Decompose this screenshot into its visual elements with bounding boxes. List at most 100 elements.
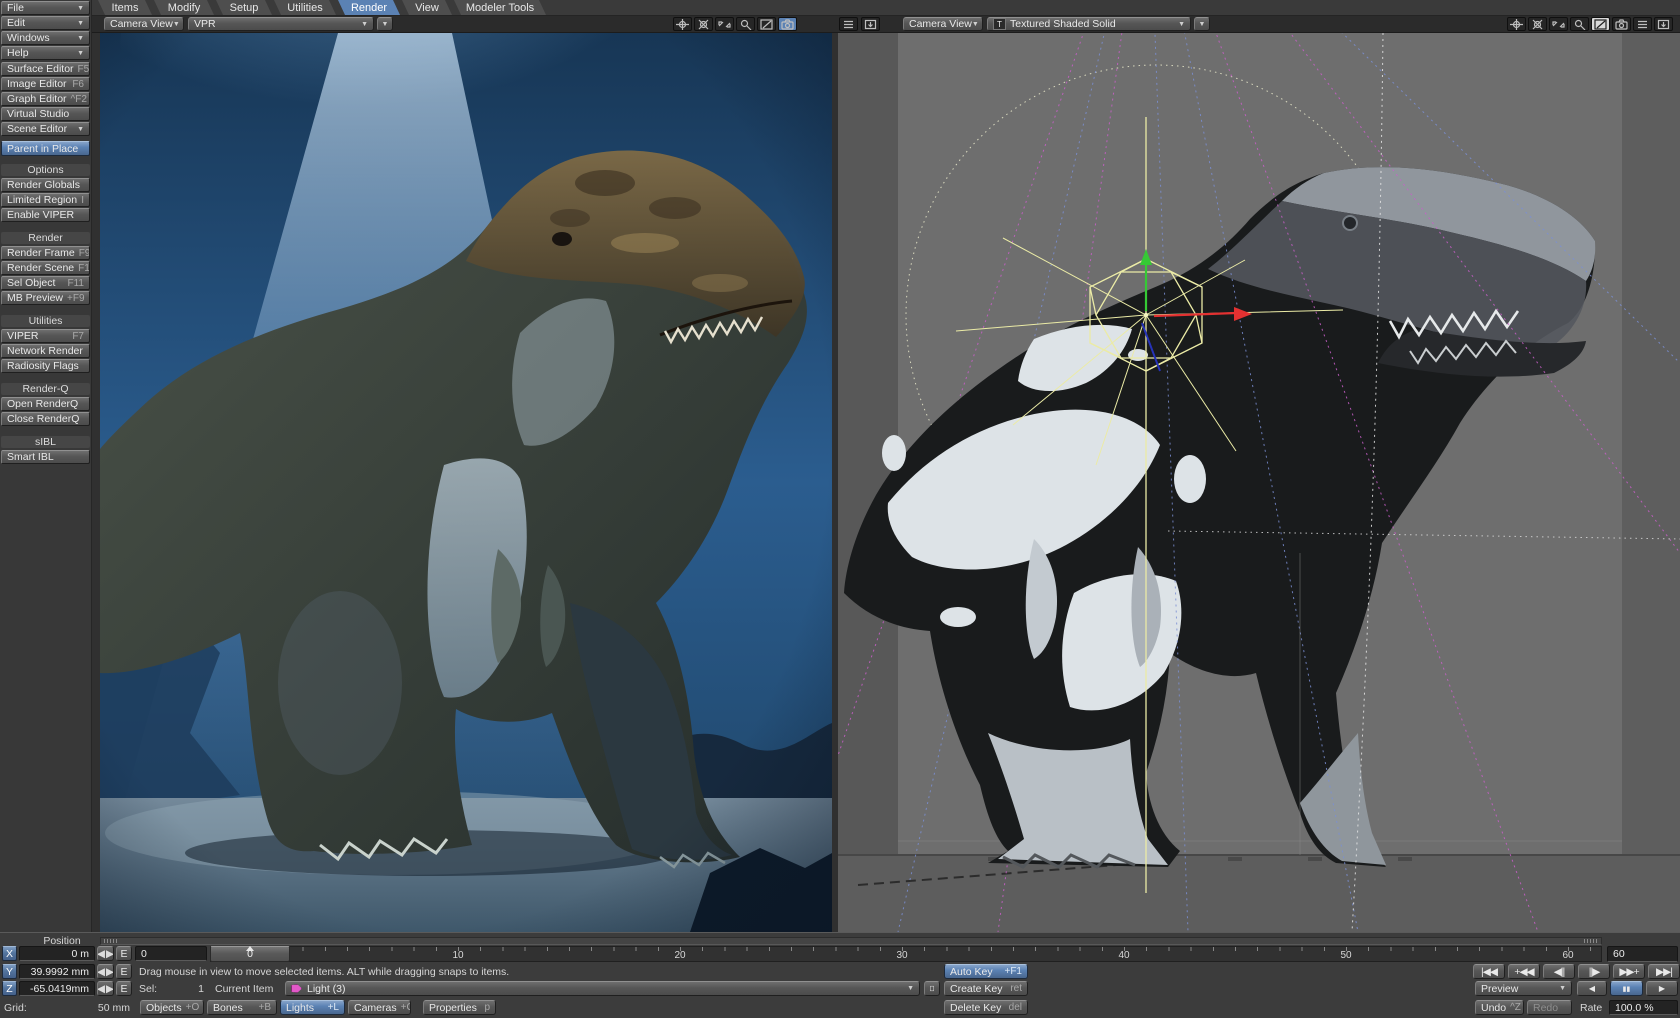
current-frame-field[interactable]: 0 xyxy=(135,946,207,961)
smart-ibl-button[interactable]: Smart IBL xyxy=(1,450,90,464)
enable-viper-button[interactable]: Enable VIPER xyxy=(1,208,90,222)
camera-icon[interactable] xyxy=(1612,17,1631,31)
play-reverse-button[interactable]: ◀ xyxy=(1577,981,1607,996)
z-position-field[interactable]: -65.0419mm xyxy=(19,981,95,996)
file-menu[interactable]: File▼ xyxy=(1,1,90,15)
render-frame-button[interactable]: Render FrameF9 xyxy=(1,246,90,260)
tab-utilities[interactable]: Utilities xyxy=(274,0,336,15)
item-tab-properties[interactable]: Propertiesp xyxy=(423,1000,496,1015)
viper-button[interactable]: VIPERF7 xyxy=(1,329,90,343)
right-viewport-options-dropdown[interactable]: ▼ xyxy=(1194,17,1210,31)
zoom-icon[interactable] xyxy=(715,17,734,31)
z-axis-button[interactable]: Z xyxy=(2,981,17,996)
open-renderq-button[interactable]: Open RenderQ xyxy=(1,397,90,411)
edit-menu[interactable]: Edit▼ xyxy=(1,16,90,30)
chevron-down-icon: ▼ xyxy=(173,21,180,28)
play-button[interactable]: ▶ xyxy=(1646,981,1678,996)
item-tab-cameras[interactable]: Cameras+C xyxy=(348,1000,411,1015)
surface-editor-button[interactable]: Surface EditorF5 xyxy=(1,62,90,76)
step-forward-button[interactable]: ||▶ xyxy=(1578,964,1610,979)
tab-view[interactable]: View xyxy=(402,0,452,15)
tab-render[interactable]: Render xyxy=(338,0,400,15)
tab-modify[interactable]: Modify xyxy=(154,0,214,15)
tab-setup[interactable]: Setup xyxy=(216,0,272,15)
x-envelope-button[interactable]: E xyxy=(116,946,132,961)
image-editor-button[interactable]: Image EditorF6 xyxy=(1,77,90,91)
y-spinner[interactable]: ◀▶ xyxy=(97,964,114,979)
redo-button[interactable]: Redo xyxy=(1527,1000,1572,1015)
minmax-icon[interactable] xyxy=(1591,17,1610,31)
scene-editor-button[interactable]: Scene Editor▼ xyxy=(1,122,90,136)
save-preview-icon[interactable] xyxy=(1654,17,1673,31)
left-view-type-dropdown[interactable]: Camera View▼ xyxy=(104,17,184,31)
render-scene-button[interactable]: Render SceneF10 xyxy=(1,261,90,275)
zoom-icon[interactable] xyxy=(1549,17,1568,31)
frame-slider[interactable]: 0 xyxy=(210,946,290,962)
chevron-down-icon: ▼ xyxy=(77,35,84,42)
pause-button[interactable]: ▮▮ xyxy=(1610,981,1643,996)
timeline-scrollbar[interactable] xyxy=(100,937,1602,945)
rotate-icon[interactable] xyxy=(1528,17,1547,31)
help-menu[interactable]: Help▼ xyxy=(1,46,90,60)
magnify-icon[interactable] xyxy=(736,17,755,31)
y-envelope-button[interactable]: E xyxy=(116,964,132,979)
next-keyframe-button[interactable]: ▶▶+ xyxy=(1613,964,1645,979)
chevron-down-icon: ▼ xyxy=(77,20,84,27)
pan-icon[interactable] xyxy=(673,17,692,31)
rotate-icon[interactable] xyxy=(694,17,713,31)
right-view-type-dropdown[interactable]: Camera View▼ xyxy=(903,17,983,31)
radiosity-flags-button[interactable]: Radiosity Flags xyxy=(1,359,90,373)
item-tab-objects[interactable]: Objects+O xyxy=(140,1000,204,1015)
z-spinner[interactable]: ◀▶ xyxy=(97,981,114,996)
windows-menu[interactable]: Windows▼ xyxy=(1,31,90,45)
create-key-button[interactable]: Create Keyret xyxy=(944,981,1028,996)
hint-text: Drag mouse in view to move selected item… xyxy=(139,964,939,979)
go-first-button[interactable]: |◀◀ xyxy=(1473,964,1505,979)
close-renderq-button[interactable]: Close RenderQ xyxy=(1,412,90,426)
left-viewport-canvas[interactable] xyxy=(100,33,832,932)
item-list-expand-button[interactable] xyxy=(924,981,940,996)
x-spinner[interactable]: ◀▶ xyxy=(97,946,114,961)
sel-object-button[interactable]: Sel ObjectF11 xyxy=(1,276,90,290)
limited-region-button[interactable]: Limited RegionI xyxy=(1,193,90,207)
left-sidebar: File▼ Edit▼ Windows▼ Help▼ Surface Edito… xyxy=(0,0,92,932)
z-envelope-button[interactable]: E xyxy=(116,981,132,996)
right-viewport-canvas[interactable] xyxy=(838,33,1680,932)
tab-items[interactable]: Items xyxy=(98,0,152,15)
minmax-icon[interactable] xyxy=(757,17,776,31)
y-axis-button[interactable]: Y xyxy=(2,964,17,979)
item-tab-lights[interactable]: Lights+L xyxy=(280,1000,345,1015)
tab-modeler-tools[interactable]: Modeler Tools xyxy=(454,0,546,15)
current-item-dropdown[interactable]: Light (3) ▼ xyxy=(285,981,920,996)
pan-icon[interactable] xyxy=(1507,17,1526,31)
item-tab-bones[interactable]: Bones+B xyxy=(207,1000,277,1015)
undo-button[interactable]: Undo^Z xyxy=(1475,1000,1524,1015)
graph-editor-button[interactable]: Graph Editor^F2 xyxy=(1,92,90,106)
left-render-mode-dropdown[interactable]: VPR▼ xyxy=(188,17,374,31)
save-preview-icon[interactable] xyxy=(861,17,880,31)
render-globals-button[interactable]: Render Globals xyxy=(1,178,90,192)
y-position-field[interactable]: 39.9992 mm xyxy=(19,964,95,979)
x-axis-button[interactable]: X xyxy=(2,946,17,961)
x-position-field[interactable]: 0 m xyxy=(19,946,95,961)
magnify-icon[interactable] xyxy=(1570,17,1589,31)
virtual-studio-button[interactable]: Virtual Studio xyxy=(1,107,90,121)
mb-preview-button[interactable]: MB Preview+F9 xyxy=(1,291,90,305)
options-section-header: Options xyxy=(1,164,90,176)
list-icon[interactable] xyxy=(1633,17,1652,31)
rate-field[interactable]: 100.0 % xyxy=(1609,1000,1678,1015)
list-icon[interactable] xyxy=(839,17,858,31)
preview-dropdown[interactable]: Preview▼ xyxy=(1475,981,1572,996)
delete-key-button[interactable]: Delete Keydel xyxy=(944,1000,1028,1015)
go-last-button[interactable]: ▶▶| xyxy=(1648,964,1680,979)
prev-keyframe-button[interactable]: +◀◀ xyxy=(1508,964,1540,979)
end-frame-field[interactable]: 60 xyxy=(1607,946,1678,962)
step-back-button[interactable]: ◀|| xyxy=(1543,964,1575,979)
parent-in-place-button[interactable]: Parent in Place xyxy=(1,141,90,156)
camera-icon[interactable] xyxy=(778,17,797,31)
network-render-button[interactable]: Network Render xyxy=(1,344,90,358)
left-viewport-options-dropdown[interactable]: ▼ xyxy=(377,17,393,31)
timeline-ruler[interactable]: 0 10 20 30 40 50 60 xyxy=(210,946,1602,962)
right-render-mode-dropdown[interactable]: T Textured Shaded Solid▼ xyxy=(987,17,1191,31)
auto-key-button[interactable]: Auto Key+F1 xyxy=(944,964,1028,979)
